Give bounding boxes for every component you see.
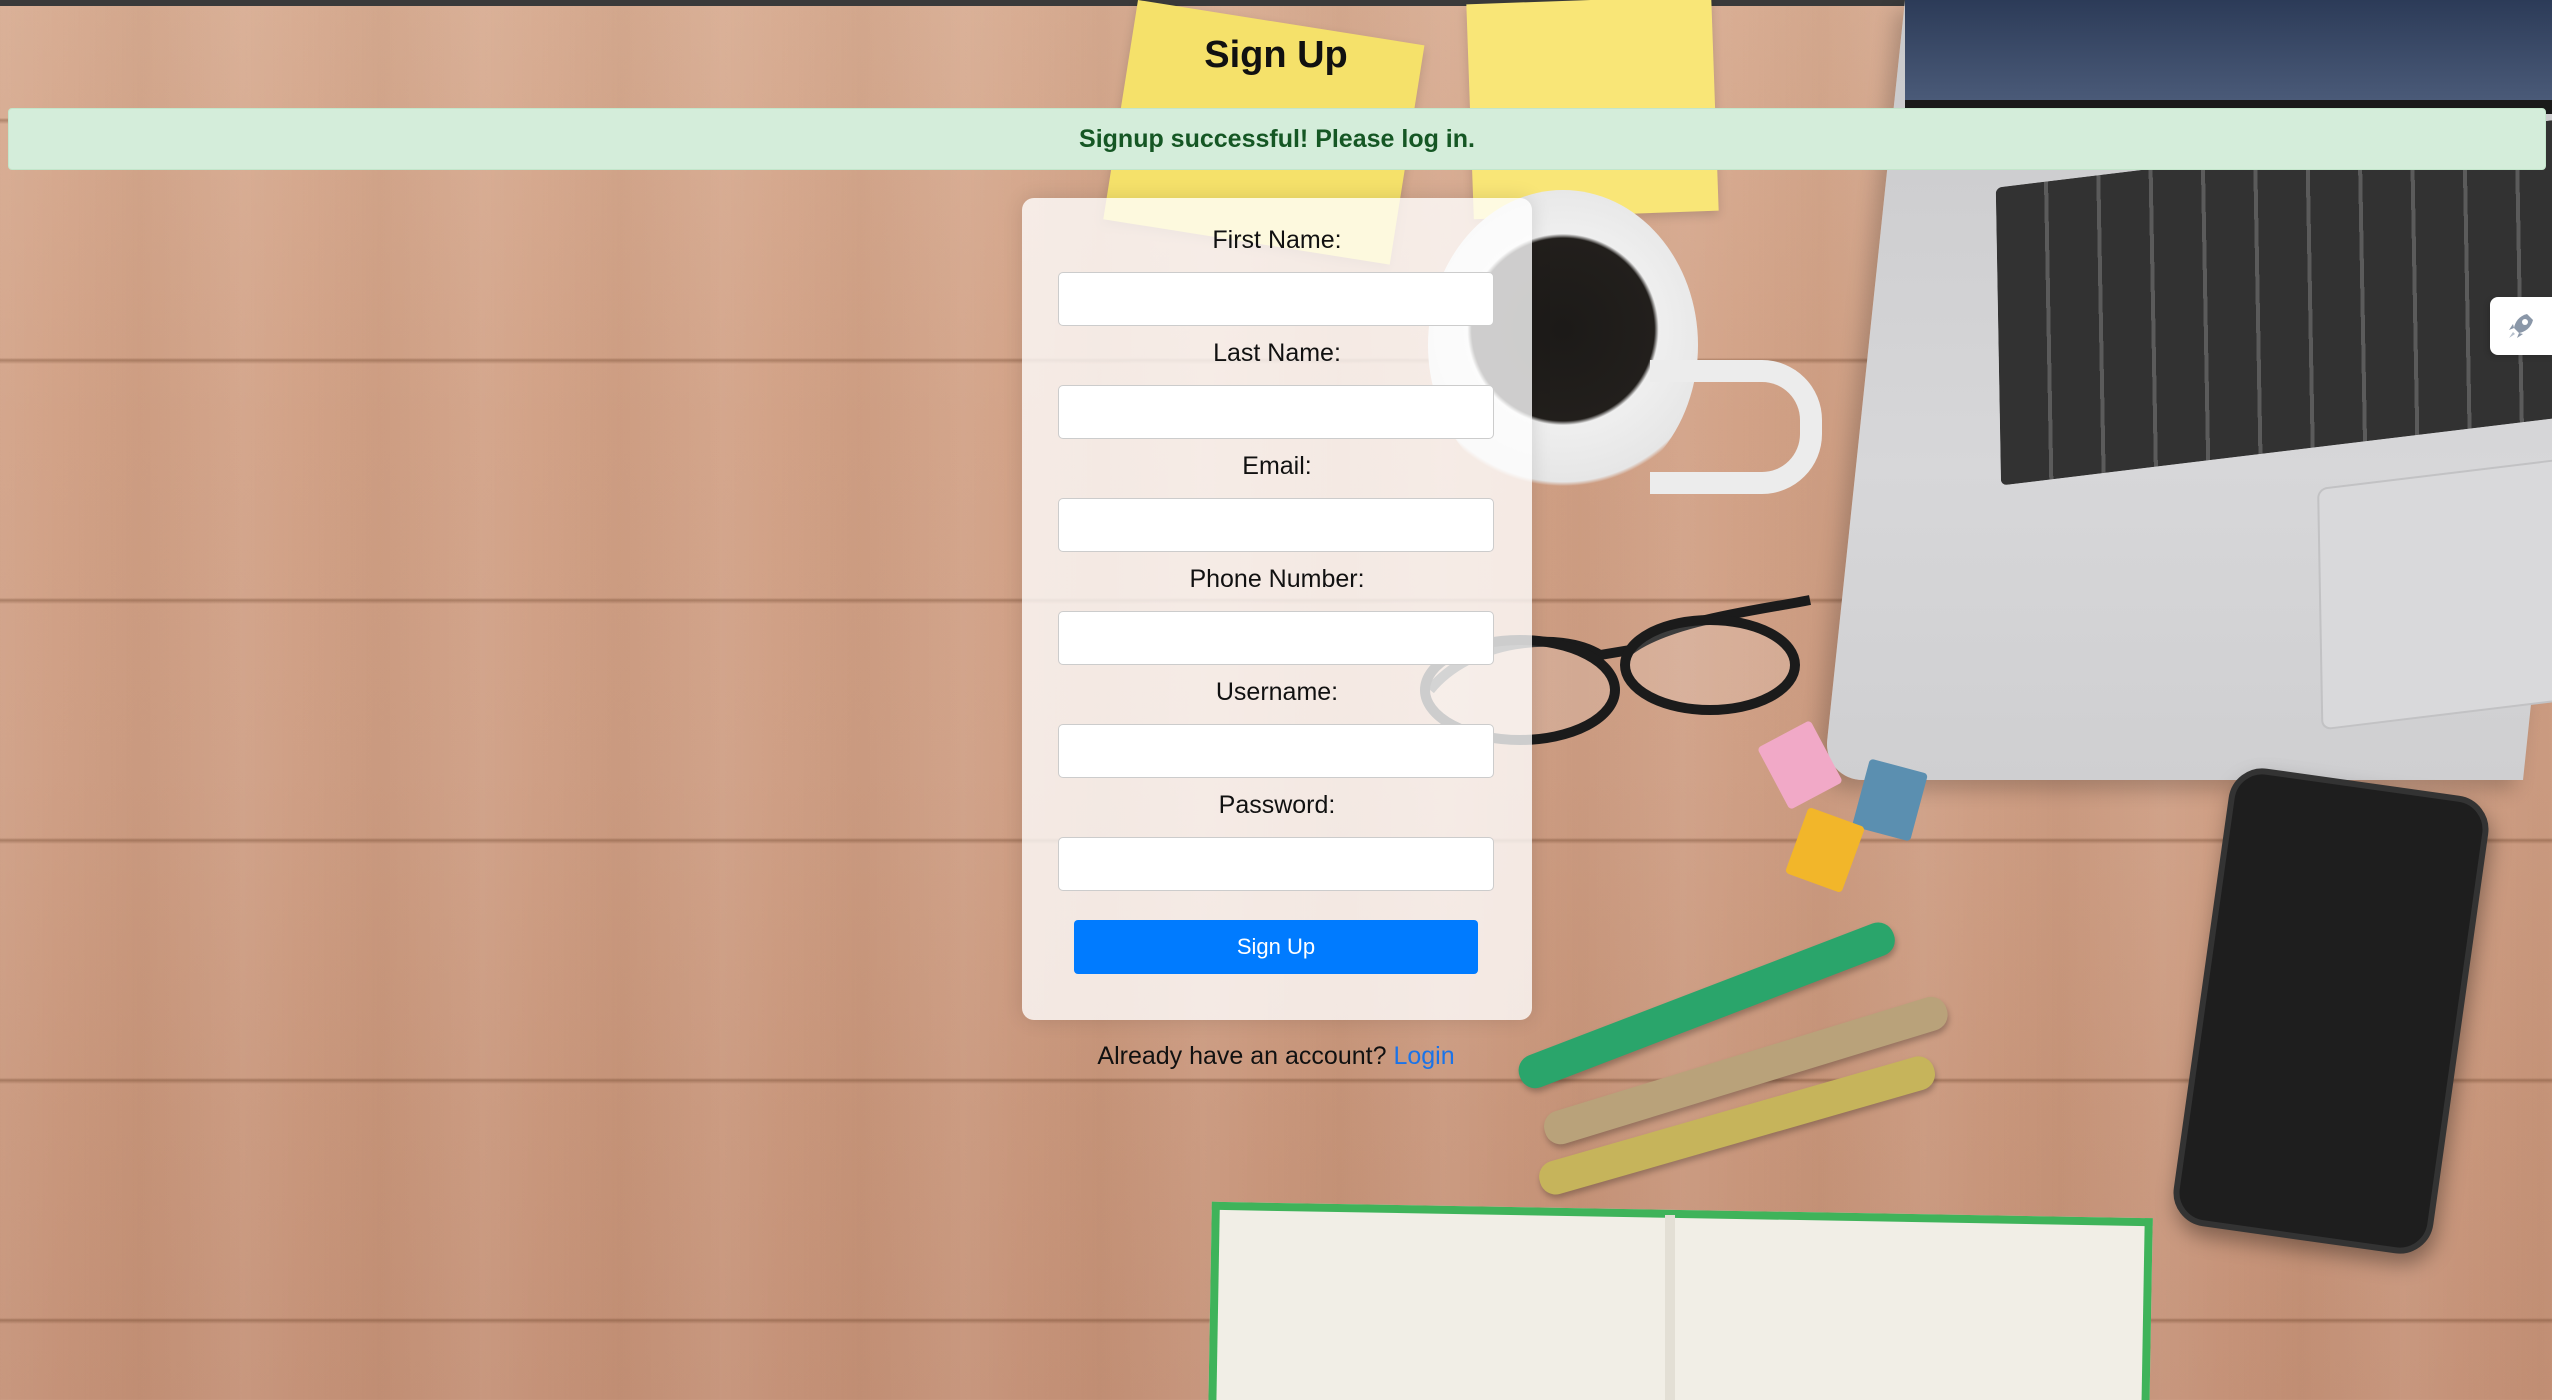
last-name-input[interactable] [1058, 385, 1494, 439]
last-name-label: Last Name: [1213, 339, 1341, 367]
email-field: Email: [1022, 452, 1532, 552]
email-input[interactable] [1058, 498, 1494, 552]
page-title: Sign Up [1204, 34, 1348, 76]
username-field: Username: [1022, 678, 1532, 778]
username-input[interactable] [1058, 724, 1494, 778]
password-field: Password: [1022, 791, 1532, 891]
password-label: Password: [1218, 791, 1336, 819]
first-name-input[interactable] [1058, 272, 1494, 326]
first-name-label: First Name: [1212, 226, 1342, 254]
email-label: Email: [1242, 452, 1312, 480]
login-prompt: Already have an account? Login [0, 1042, 2552, 1071]
rocket-icon [2509, 314, 2533, 338]
notebook-decoration [1208, 1201, 2153, 1400]
signup-form: First Name: Last Name: Email: Phone Numb… [1022, 198, 1532, 1020]
first-name-field: First Name: [1022, 226, 1532, 326]
last-name-field: Last Name: [1022, 339, 1532, 439]
success-alert: Signup successful! Please log in. [8, 108, 2546, 170]
mug-handle-decoration [1650, 360, 1822, 494]
trackpad-decoration [2317, 453, 2552, 731]
phone-number-field: Phone Number: [1022, 565, 1532, 665]
smartphone-decoration [2169, 764, 2493, 1258]
login-prompt-text: Already have an account? [1097, 1042, 1387, 1070]
notebook-spine-decoration [1665, 1215, 1675, 1400]
phone-number-label: Phone Number: [1189, 565, 1365, 593]
login-link[interactable]: Login [1393, 1042, 1454, 1070]
password-input[interactable] [1058, 837, 1494, 891]
side-extension-tab[interactable] [2490, 297, 2552, 355]
phone-number-input[interactable] [1058, 611, 1494, 665]
alert-message: Signup successful! Please log in. [1079, 124, 1475, 153]
sign-up-button[interactable]: Sign Up [1074, 920, 1478, 974]
username-label: Username: [1215, 678, 1339, 706]
